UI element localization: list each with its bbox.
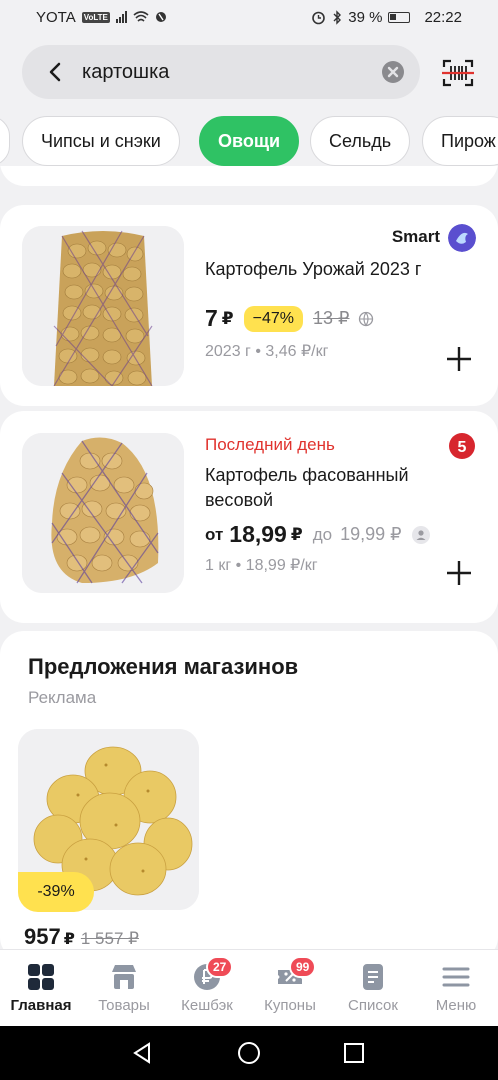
offer-price-row: 957 ₽ 1 557 ₽ (24, 924, 139, 950)
chip-vegetables[interactable]: Овощи (199, 116, 300, 166)
carrier-name: YOTA (36, 8, 76, 26)
price-to-label: до (312, 524, 333, 544)
nav-label: Меню (435, 997, 477, 1014)
signal-icon (115, 11, 127, 23)
banner-remnant (0, 166, 498, 196)
price-max: 19,99 ₽ (340, 524, 402, 544)
product-meta: 1 кг • 18,99 ₽/кг (205, 557, 318, 574)
ad-label: Реклама (28, 688, 97, 707)
shop-icon (112, 965, 136, 989)
person-icon (411, 525, 430, 544)
bluetooth-icon (333, 9, 342, 25)
nav-label: Главная (10, 997, 72, 1014)
globe-icon (358, 311, 373, 327)
chip-herring[interactable]: Сельдь (310, 116, 411, 166)
nav-home[interactable]: Главная (0, 950, 82, 1027)
battery-percent: 39 % (348, 8, 383, 26)
price-row: 7 ₽ −47% 13 ₽ (205, 305, 374, 332)
store-logo-icon (448, 224, 476, 252)
old-price: 13 ₽ (313, 308, 350, 328)
hamburger-icon (442, 967, 470, 987)
nav-label: Кешбэк (181, 997, 233, 1014)
home-circle-icon[interactable] (237, 1041, 261, 1065)
category-chips: Чипсы и снэки Овощи Сельдь Пирож (0, 116, 498, 166)
nav-coupons[interactable]: 99 Купоны (249, 950, 331, 1027)
price-value: 957 (24, 924, 61, 949)
recents-square-icon[interactable] (343, 1042, 365, 1064)
coupons-badge: 99 (289, 956, 317, 978)
search-input[interactable]: картошка (82, 61, 382, 84)
product-image (22, 226, 184, 386)
nav-products[interactable]: Товары (83, 950, 165, 1027)
product-meta: 2023 г • 3,46 ₽/кг (205, 343, 329, 360)
chip-pies[interactable]: Пирож (422, 116, 498, 166)
nfc-icon (155, 12, 166, 22)
nav-list[interactable]: Список (332, 950, 414, 1027)
wifi-icon (133, 10, 149, 22)
back-arrow-icon[interactable] (44, 60, 68, 84)
nav-label: Товары (98, 997, 150, 1014)
price-currency: ₽ (221, 308, 234, 328)
nav-label: Купоны (264, 997, 316, 1014)
price-currency: ₽ (290, 524, 303, 544)
add-to-list-button[interactable] (444, 344, 474, 374)
clock: 22:22 (424, 8, 462, 26)
discount-badge: −47% (243, 305, 304, 332)
price-from-label: от (205, 524, 224, 544)
svg-text:5: 5 (458, 439, 467, 456)
grid-icon (28, 964, 54, 990)
nav-cashback[interactable]: 27 Кешбэк (166, 950, 248, 1027)
chip-partial[interactable] (0, 116, 10, 166)
product-card[interactable]: Smart Картофель Урожай 2023 г 7 ₽ −47% 1… (0, 205, 498, 406)
search-header: картошка (0, 34, 498, 110)
search-box[interactable]: картошка (22, 45, 420, 99)
product-title[interactable]: Картофель Урожай 2023 г (205, 257, 455, 282)
add-to-list-button[interactable] (444, 558, 474, 588)
section-title: Предложения магазинов (28, 654, 299, 679)
last-day-label: Последний день (205, 435, 335, 454)
cashback-badge: 27 (206, 956, 234, 978)
price-currency: ₽ (63, 931, 75, 948)
chip-chips-snacks[interactable]: Чипсы и снэки (22, 116, 180, 166)
product-image (22, 433, 184, 593)
store-name: Smart (391, 227, 440, 246)
system-nav-bar (0, 1026, 498, 1080)
product-title[interactable]: Картофель фасованный весовой (205, 463, 455, 513)
clear-icon[interactable] (382, 61, 404, 83)
price-value: 7 (205, 305, 218, 331)
barcode-scan-icon[interactable] (442, 58, 474, 88)
nav-menu[interactable]: Меню (415, 950, 497, 1027)
store-logo-icon: 5 (449, 433, 475, 459)
status-bar: YOTA VoLTE 39 % 22:22 (0, 0, 498, 34)
product-card[interactable]: Последний день 5 Картофель фасованный ве… (0, 411, 498, 623)
price-value: 18,99 (229, 521, 287, 547)
old-price: 1 557 ₽ (80, 929, 139, 948)
coupon-icon: 99 (275, 956, 317, 992)
discount-badge: -39% (18, 872, 94, 912)
ruble-coin-icon: 27 (192, 956, 234, 992)
volte-badge: VoLTE (81, 11, 110, 23)
list-icon (363, 964, 383, 990)
bottom-nav: Главная Товары 27 Кешбэк 99 Купоны Списо… (0, 949, 498, 1026)
back-triangle-icon[interactable] (130, 1041, 154, 1065)
alarm-icon (312, 11, 326, 24)
price-row: от 18,99 ₽ до 19,99 ₽ (205, 521, 430, 548)
nav-label: Список (348, 997, 398, 1014)
battery-icon (388, 11, 411, 23)
